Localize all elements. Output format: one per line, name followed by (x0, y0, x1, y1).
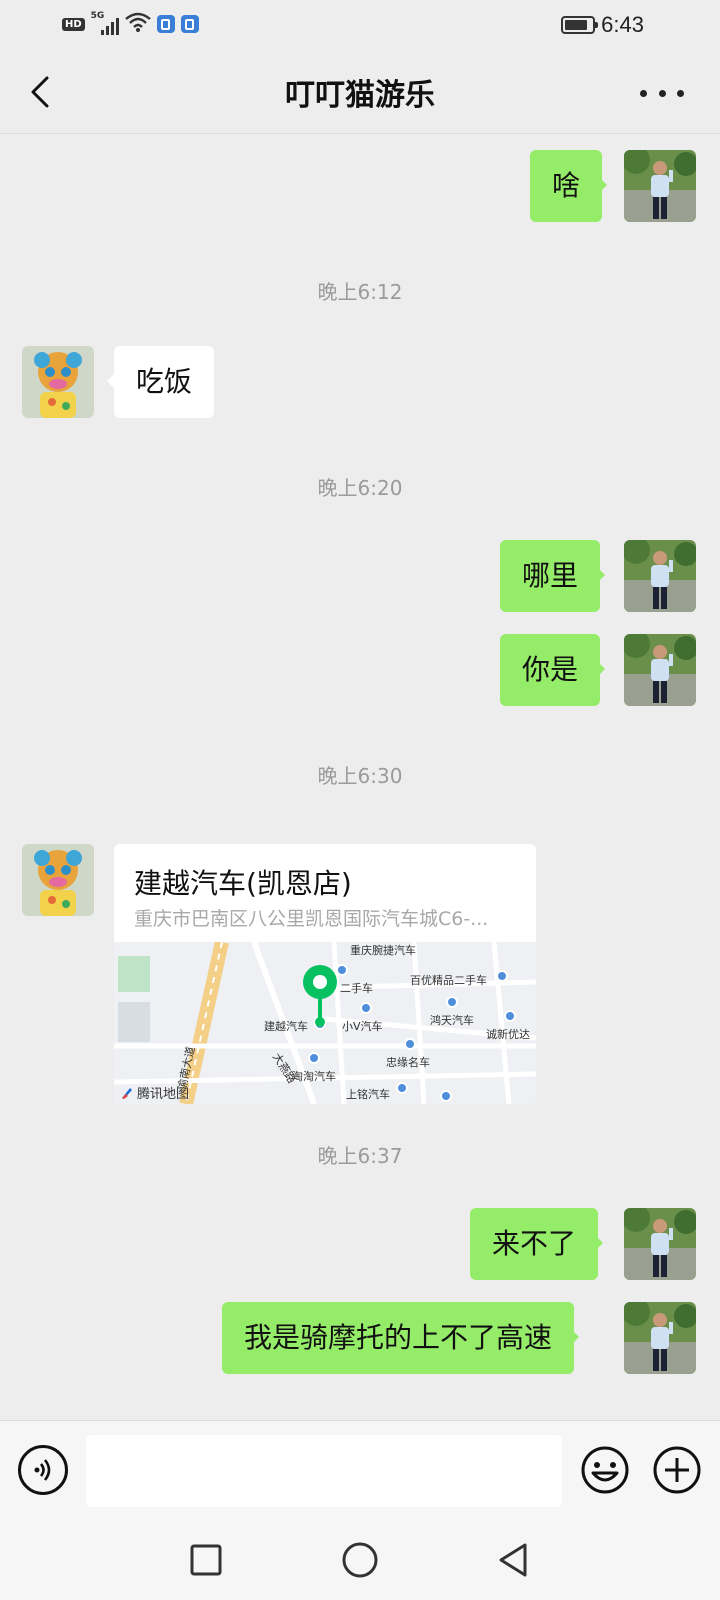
circle-home-icon (342, 1542, 378, 1578)
timestamp: 晚上6:20 (317, 476, 403, 500)
cellular-signal-icon: 5G (91, 11, 119, 35)
map-pin-icon (303, 965, 337, 1027)
map-provider-name: 腾讯地图 (137, 1087, 190, 1102)
emoji-button[interactable] (580, 1445, 630, 1495)
map-label: 忠缘名车 (386, 1056, 430, 1069)
notification-app-icon (180, 15, 199, 33)
wifi-icon (124, 12, 151, 36)
triangle-back-icon (499, 1543, 527, 1577)
location-name: 建越汽车(凯恩店) (134, 867, 352, 900)
notification-app-icon (156, 15, 175, 33)
message-bubble-outgoing[interactable]: 来不了 (470, 1208, 604, 1280)
more-dots-icon (640, 89, 647, 97)
message-bubble-outgoing[interactable]: 啥 (530, 150, 608, 222)
message-bubble-outgoing[interactable]: 你是 (500, 634, 606, 706)
location-message-card[interactable]: 建越汽车(凯恩店) 重庆市巴南区八公里凯恩国际汽车城C6-... 重庆腕捷汽车 (114, 844, 536, 1104)
plus-icon (653, 1446, 701, 1494)
map-label: 百优精品二手车 (410, 974, 487, 987)
timestamp: 晚上6:30 (317, 764, 403, 788)
location-address: 重庆市巴南区八公里凯恩国际汽车城C6-... (134, 908, 489, 930)
map-label: 二手车 (340, 982, 373, 995)
voice-input-button[interactable] (18, 1445, 68, 1495)
message-input[interactable] (86, 1435, 562, 1507)
chat-title: 叮叮猫游乐 (285, 78, 435, 113)
status-bar: HD 5G 6:43 (0, 0, 720, 48)
status-icons-right: 6:43 (561, 12, 644, 38)
voice-icon (34, 1459, 51, 1481)
hd-icon: HD (62, 17, 85, 31)
message-bubble-incoming[interactable]: 吃饭 (106, 346, 215, 418)
my-avatar[interactable] (624, 1302, 696, 1374)
my-avatar[interactable] (624, 540, 696, 612)
contact-avatar[interactable] (22, 346, 94, 418)
my-avatar[interactable] (624, 1208, 696, 1280)
message-bubble-outgoing[interactable]: 哪里 (500, 540, 606, 612)
battery-icon (561, 16, 599, 34)
home-button[interactable] (338, 1538, 382, 1582)
map-provider-logo: 腾讯地图 (120, 1083, 189, 1102)
status-time: 6:43 (601, 12, 644, 37)
more-button[interactable] (640, 78, 684, 108)
square-recent-icon (190, 1544, 222, 1576)
status-icons-left: HD 5G (62, 11, 199, 36)
timestamp: 晚上6:37 (317, 1144, 403, 1168)
location-map[interactable]: 重庆腕捷汽车 百优精品二手车 二手车 建越汽车 小V汽车 鸿天汽车 诚新优达 忠… (114, 942, 536, 1104)
chat-input-bar (0, 1420, 720, 1520)
map-label: 鸿天汽车 (430, 1014, 474, 1027)
map-label: 上铭汽车 (346, 1088, 390, 1101)
recent-apps-button[interactable] (184, 1538, 228, 1582)
map-label: 小V汽车 (342, 1020, 383, 1033)
message-bubble-outgoing[interactable]: 我是骑摩托的上不了高速 (222, 1302, 580, 1374)
my-avatar[interactable] (624, 150, 696, 222)
map-label: 诚新优达 (486, 1028, 530, 1041)
system-navigation-bar (0, 1520, 720, 1600)
map-label: 重庆腕捷汽车 (350, 944, 416, 957)
my-avatar[interactable] (624, 634, 696, 706)
message-list[interactable]: 啥 晚上6:12 吃饭 晚上6:20 哪里 你是 晚上6:30 建越汽车(凯恩店… (0, 134, 720, 1420)
emoji-icon (581, 1446, 629, 1494)
system-back-button[interactable] (490, 1538, 534, 1582)
contact-avatar[interactable] (22, 844, 94, 916)
tencent-map-icon (122, 1087, 132, 1099)
timestamp: 晚上6:12 (317, 280, 403, 304)
chat-header: 叮叮猫游乐 (0, 48, 720, 134)
more-actions-button[interactable] (652, 1445, 702, 1495)
